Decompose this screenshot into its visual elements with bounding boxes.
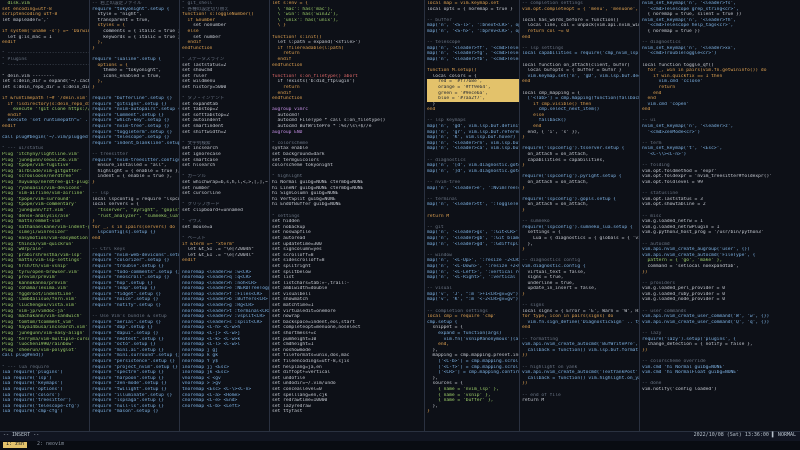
code-line: ['<C-b>'] = cmp.mapping.scroll_docs(-4), [438, 359, 519, 364]
code-line: map('n', 'gd', vim.lsp.buf.definition) [427, 124, 519, 130]
code-line: call plug#begin('~/.vim/plugged') [2, 135, 89, 141]
code-line: comments = { italic = true }, [92, 28, 179, 34]
tab-zsh[interactable]: 1: zsh [3, 441, 28, 448]
code-line: require "twilight".setup {} [92, 386, 167, 392]
code-line: cnoremap <C-b> <Left> [182, 403, 241, 409]
editor-pane-6[interactable]: -- completion settings vim.opt.completeop… [520, 0, 640, 431]
code-line: Plug 'vim-airline/vim-airline' [2, 191, 85, 197]
code-line: require "nvim-tree".setup {} [92, 124, 170, 130]
code-line: require "mason".setup {} [92, 409, 159, 415]
tmux-tabline: 1: zsh 2: neovim [0, 441, 800, 450]
code-line: map('n', '<leader>fb', '<cmd>Telescope b… [427, 56, 519, 62]
code-line: map('n', '<S-h>', ':bprev<CR>', opts) [427, 28, 519, 34]
editor-pane-2[interactable]: -- 右上の設定ファイル require "tokyonight".setup {… [90, 0, 180, 431]
code-line: Plug 'Xuyuanp/nerdtree-git-plugin' [2, 180, 89, 185]
code-line: vim.keymap.set('n', 'gD', vim.lsp.buf.de… [527, 73, 639, 79]
tmux-workspace: disk.vim set encoding=utf-8 scriptencodin… [0, 0, 800, 431]
code-line: vim.fn.sign_define('DiagnosticSign' .. t… [522, 319, 639, 325]
code-line: map('v', 'K', ":m '<-2<CR>gv=gv") [427, 297, 519, 303]
code-line: vim.notify('config loaded') [642, 386, 717, 392]
code-line: Plug 'easymotion/vim-easymotion' [2, 235, 89, 241]
code-line: Lua = { diagnostics = { globals = { 'vim… [533, 235, 639, 241]
code-line: require "bufferline".setup {} [92, 96, 173, 102]
code-line: vim.opt.completeopt = { 'menu', 'menuone… [522, 6, 639, 12]
code-line: "rust_analyzer", "sumneko_lua", [92, 213, 179, 219]
code-line: map('n', '<leader>gd', ':Gdiffsplit<CR>'… [427, 241, 519, 247]
code-line: Plug 'liuchengxu/vista.vim' [2, 303, 77, 309]
code-line: map('n', '<C-Right>', ':vertical resize … [427, 275, 519, 281]
tab-neovim[interactable]: 2: neovim [34, 441, 67, 448]
code-line: } [427, 409, 430, 415]
code-line: set whichwrap=b,s,h,l,<,>,[,],~ [182, 180, 268, 185]
code-line: keywords = { italic = true }, [92, 34, 179, 40]
code-line: local opts = { noremap = true } [427, 6, 513, 12]
code-line: callback = function() vim.highlight.on_y… [527, 375, 639, 381]
code-line: map('n', '[d', vim.diagnostic.goto_prev) [427, 163, 519, 169]
code-line: callback = function() vim.lsp.buf.format… [527, 347, 639, 353]
editor-pane-1[interactable]: disk.vim set encoding=utf-8 scriptencodin… [0, 0, 90, 431]
clock-status: 2022/10/08 (Sat) 13:36:00 ▌ NORMAL [693, 432, 796, 438]
code-line: map('n', '<leader>gb', ':Git blame<CR>') [427, 235, 519, 241]
editor-pane-5[interactable]: local map = vim.keymap.set local opts = {… [425, 0, 520, 431]
code-line: map('n', ']d', vim.diagnostic.goto_next) [427, 168, 519, 174]
code-line: vim.api.nvim_create_autocmd('BufWritePre… [522, 342, 639, 348]
code-line: "tsserver", "pyright", "gopls", [92, 207, 179, 213]
code-line: ['<Tab>'] = cmp.mapping(function(fallbac… [522, 96, 639, 102]
code-line: require "persistence".setup {} [92, 359, 175, 364]
code-line: lua require('cmp-cfg') [2, 409, 63, 415]
editor-pane-3[interactable]: " git_shell " 各種の設定切り替え function! s:Toggle… [180, 0, 270, 431]
code-line: map('n', '<leader>e', ':NvimTreeToggle<C… [427, 185, 519, 191]
editor-pane-7[interactable]: nvim_set_keymap('n', '<leader>fs', '<cmd… [640, 0, 800, 431]
code-line: local capabilities = require('cmp_nvim_l… [522, 51, 639, 57]
status-bar: -- INSERT -- 2022/10/08 (Sat) 13:36:00 ▌… [0, 431, 800, 441]
code-line: ensure_installed = "all", [92, 163, 167, 169]
code-line: " ------------------------------ [2, 62, 89, 68]
code-line: ['<CR>'] = cmp.mapping.confirm { select … [438, 370, 519, 376]
code-line: map('n', '<leader>tt', ':ToggleTerm<CR>'… [427, 202, 519, 208]
editor-pane-4[interactable]: let s:env = { \ 'mac': has('mac'), \ 'wi… [270, 0, 425, 431]
code-line: Plug 'itchyny/lightline.vim' [2, 152, 80, 158]
code-line: require "neoscroll".setup {} [92, 275, 170, 281]
code-line: local bufopts = { buffer = bufnr } [522, 68, 622, 74]
code-line: map('n', '<leader>ca', vim.lsp.buf.code_… [427, 146, 519, 152]
code-line: return M [522, 398, 545, 404]
code-line: set ttyfast [272, 409, 303, 415]
code-line: if system('uname -s') =~ 'Darwin' [2, 28, 89, 34]
mode-indicator: -- INSERT -- [3, 432, 40, 438]
code-line: indent = { enable = true }, [92, 174, 173, 180]
code-line: map('n', '<C-Down>', ':resize +2<CR>') [427, 263, 519, 269]
code-line: Plug 'junegunn/vim-easy-align' [2, 331, 85, 337]
code-line: require "indent_blankline".setup {} [92, 140, 179, 146]
code-line: if &runtimepath !~# '/dein.vim' [2, 96, 88, 102]
code-line: vim.api.nvim_create_autocmd('TextYankPos… [522, 370, 639, 376]
code-line: let s:dein_repo_dir = s:dein_dir . [2, 84, 89, 90]
